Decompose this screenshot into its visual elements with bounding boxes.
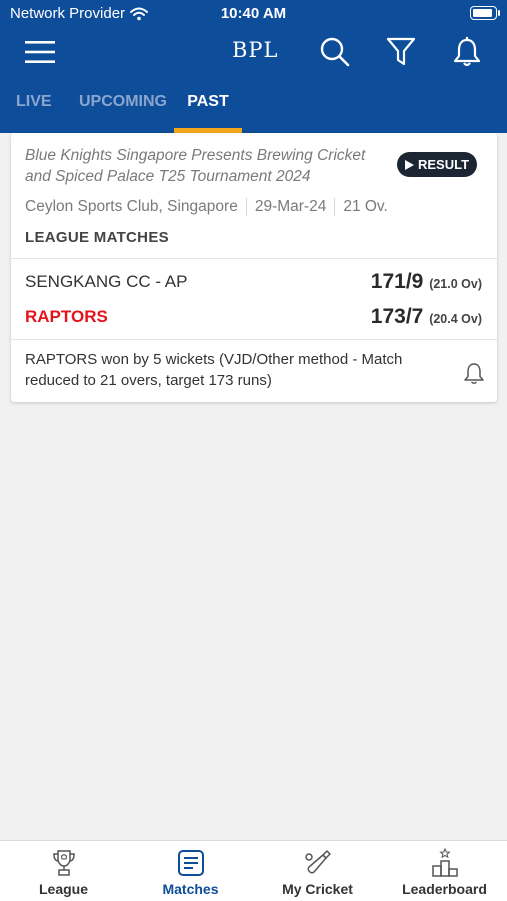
- team1-score: 171/9 (21.0 Ov): [371, 270, 482, 294]
- notifications-button[interactable]: [447, 32, 487, 72]
- result-badge-label: RESULT: [417, 157, 470, 172]
- podium-icon: [431, 848, 458, 877]
- hamburger-icon: [25, 41, 55, 63]
- match-format: 21 Ov.: [343, 198, 388, 215]
- search-button[interactable]: [315, 32, 355, 72]
- filter-icon: [386, 37, 416, 66]
- team1-name: SENGKANG CC - AP: [25, 272, 188, 291]
- search-icon: [320, 37, 350, 67]
- nav-leaderboard-label: Leaderboard: [402, 881, 487, 897]
- team1-runs: 171/9: [370, 270, 424, 293]
- match-card[interactable]: Blue Knights Singapore Presents Brewing …: [11, 133, 497, 402]
- trophy-icon: [52, 850, 75, 876]
- app-header: Network Provider 10:40 AM BPL LIVE UPCOM…: [0, 0, 507, 133]
- cricket-bat-icon: [304, 850, 331, 874]
- filter-button[interactable]: [381, 32, 421, 72]
- match-meta: Ceylon Sports Club, Singapore 29-Mar-24 …: [25, 198, 388, 216]
- menu-button[interactable]: [20, 32, 60, 72]
- tab-live[interactable]: LIVE: [16, 90, 52, 133]
- tournament-name: Blue Knights Singapore Presents Brewing …: [25, 147, 366, 185]
- team2-overs: (20.4 Ov): [429, 312, 482, 326]
- matches-icon: [177, 850, 204, 876]
- bell-icon: [453, 37, 481, 67]
- status-bar: Network Provider 10:40 AM: [0, 0, 507, 28]
- app-title: BPL: [232, 38, 279, 62]
- team2-name: RAPTORS: [25, 307, 108, 326]
- bell-icon: [464, 363, 484, 384]
- battery-icon: [470, 6, 500, 20]
- status-time: 10:40 AM: [220, 5, 287, 22]
- nav-league-label: League: [38, 881, 88, 897]
- match-date: 29-Mar-24: [254, 198, 327, 215]
- nav-matches[interactable]: Matches: [127, 841, 254, 901]
- match-tabs: LIVE UPCOMING PAST: [0, 90, 507, 133]
- venue: Ceylon Sports Club, Singapore: [25, 198, 238, 215]
- nav-my-cricket-label: My Cricket: [282, 881, 353, 897]
- card-divider: [11, 258, 497, 259]
- nav-matches-label: Matches: [162, 881, 219, 897]
- nav-league[interactable]: League: [0, 841, 127, 901]
- nav-leaderboard[interactable]: Leaderboard: [381, 841, 507, 901]
- match-alert-button[interactable]: [462, 361, 486, 385]
- play-icon: [404, 159, 414, 170]
- bottom-navigation: League Matches My Cricket Leaderboard: [0, 840, 507, 901]
- nav-my-cricket[interactable]: My Cricket: [254, 841, 381, 901]
- meta-divider: [245, 198, 247, 216]
- tab-upcoming[interactable]: UPCOMING: [79, 90, 167, 133]
- match-summary: RAPTORS won by 5 wickets (VJD/Other meth…: [25, 351, 403, 389]
- meta-divider: [334, 198, 336, 216]
- team1-overs: (21.0 Ov): [429, 277, 482, 291]
- team2-score: 173/7 (20.4 Ov): [371, 305, 482, 329]
- team2-runs: 173/7: [370, 305, 424, 328]
- tab-past[interactable]: PAST: [174, 90, 242, 133]
- result-badge[interactable]: RESULT: [397, 152, 477, 177]
- card-divider: [11, 339, 497, 340]
- match-stage: LEAGUE MATCHES: [25, 229, 169, 246]
